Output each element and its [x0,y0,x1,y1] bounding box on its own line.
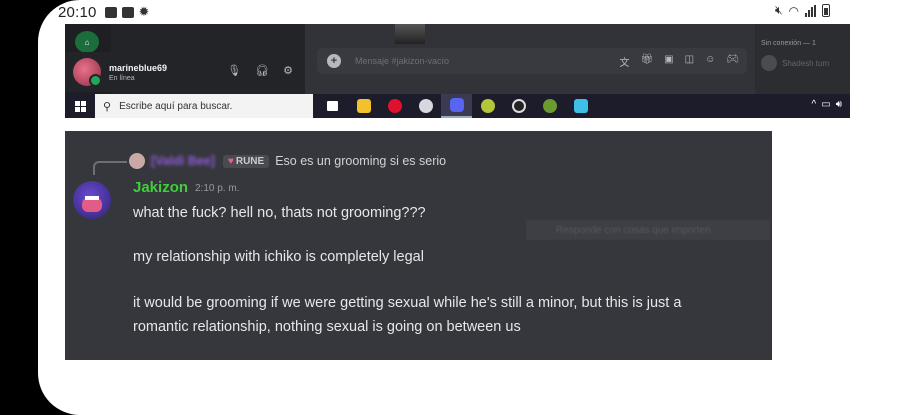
sticker-icon[interactable]: ◫ [685,54,694,69]
reply-connector [93,161,127,175]
status-time: 20:10 [58,3,97,21]
mute-icon: 🔇︎ [774,3,783,17]
member-list: Sin conexión — 1 Shadesh tum [755,24,850,94]
notification-icon [121,6,134,18]
message-line: my relationship with ichiko is completel… [133,249,424,265]
system-status-icons: 🔇︎ ◠ [775,3,830,18]
message-line: what the fuck? hell no, thats not groomi… [133,205,426,221]
message-input[interactable]: + Mensaje #jakizon-vacío 文 🎁︎ ▣ ◫ ☺ 🎮︎ [317,48,747,74]
discord-window-top: ⌂ marineblue69 En línea 🎙︎ 🎧︎ ⚙ + Mensaj… [65,24,850,94]
member-avatar [761,55,777,71]
reply-preview[interactable]: [Valdi Bee] ♥ RUNE Eso es un grooming si … [129,153,446,169]
battery-icon [822,4,830,17]
search-icon: ⚲ [103,100,112,113]
android-nav-bar: < [850,0,900,415]
windows-icon [74,100,86,112]
signal-icon [805,4,816,17]
message-author[interactable]: Jakizon [133,179,188,196]
input-toolbar: 文 🎁︎ ▣ ◫ ☺ 🎮︎ [619,54,739,69]
game-icon[interactable] [534,94,565,118]
app-icon[interactable] [410,94,441,118]
obs-icon[interactable] [503,94,534,118]
member-item[interactable]: Shadesh tum [761,55,850,71]
volume-icon[interactable]: 🔊︎ [836,99,842,110]
gear-icon[interactable]: ⚙ [283,64,293,77]
reply-tag: ♥ RUNE [222,154,270,168]
wifi-icon: ◠ [788,3,799,18]
reply-avatar [129,153,145,169]
user-status: En línea [109,74,135,82]
file-explorer-icon[interactable] [348,94,379,118]
avatar[interactable] [73,181,111,219]
messenger-icon[interactable] [565,94,596,118]
chat-area: + Mensaje #jakizon-vacío 文 🎁︎ ▣ ◫ ☺ 🎮︎ [305,24,755,94]
phone-screen: 20:10 ✹ 🔇︎ ◠ ⌂ marineblue69 En línea 🎙︎ … [38,0,900,415]
status-bar: 20:10 ✹ 🔇︎ ◠ [38,0,850,24]
message-line: romantic relationship, nothing sexual is… [133,319,521,335]
gift-icon[interactable]: 🎁︎ [640,54,653,69]
avatar[interactable] [73,58,102,87]
user-info: marineblue69 En línea [109,63,167,82]
emoji-icon[interactable]: ☺ [705,54,715,69]
search-placeholder: Escribe aquí para buscar. [119,100,233,112]
add-attachment-button[interactable]: + [327,54,341,68]
voice-controls: 🎙︎ 🎧︎ ⚙ [227,64,293,77]
taskbar-apps [317,94,596,118]
gif-icon[interactable]: ▣ [664,54,673,69]
server-icon[interactable]: ⌂ [75,31,99,53]
reply-text: Eso es un grooming si es serio [275,154,447,168]
start-button[interactable] [65,100,95,112]
heart-icon: ♥ [227,155,234,167]
system-tray: ^ ▭ 🔊︎ [812,99,842,110]
gear-icon: ✹ [138,4,150,19]
taskbar-search[interactable]: ⚲ Escribe aquí para buscar. [95,94,313,118]
gallery-icon [104,6,117,18]
discord-icon[interactable] [441,94,472,118]
task-view-icon[interactable] [317,94,348,118]
ghost-overlay: Responde con cosas que importen [526,220,770,240]
activities-icon[interactable]: 🎮︎ [726,54,739,69]
chevron-up-icon[interactable]: ^ [812,99,817,110]
network-icon[interactable]: ▭ [821,99,830,110]
reply-tag-label: RUNE [235,155,265,167]
image-thumbnail[interactable] [395,24,425,44]
translate-icon[interactable]: 文 [619,54,629,69]
windows-taskbar: ⚲ Escribe aquí para buscar. ^ ▭ 🔊︎ [65,94,850,118]
notification-icons: ✹ [104,4,150,20]
headphones-icon[interactable]: 🎧︎ [255,64,269,77]
user-panel: marineblue69 En línea 🎙︎ 🎧︎ ⚙ [65,52,305,92]
username: marineblue69 [109,62,168,73]
tennis-ball-icon[interactable] [472,94,503,118]
member-name: Shadesh tum [782,58,830,68]
message-placeholder: Mensaje #jakizon-vacío [355,56,450,66]
channel-sidebar: ⌂ marineblue69 En línea 🎙︎ 🎧︎ ⚙ [65,24,305,94]
message-timestamp: 2:10 p. m. [195,183,240,194]
members-header: Sin conexión — 1 [761,40,816,47]
opera-icon[interactable] [379,94,410,118]
microphone-icon[interactable]: 🎙︎ [227,64,241,77]
message-line: it would be grooming if we were getting … [133,295,682,311]
reply-author[interactable]: [Valdi Bee] [151,154,215,168]
discord-message: [Valdi Bee] ♥ RUNE Eso es un grooming si … [65,131,772,360]
